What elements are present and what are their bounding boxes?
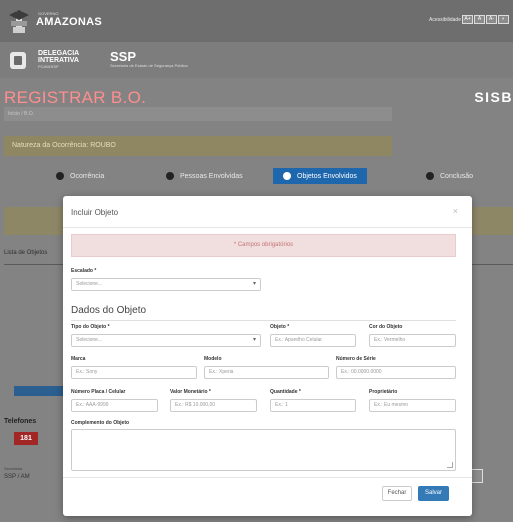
objeto-input[interactable]: Ex.: Aparelho Celular bbox=[270, 334, 356, 347]
quantidade-label: Quantidade * bbox=[270, 389, 301, 395]
font-increase-button[interactable]: A+ bbox=[462, 15, 473, 24]
section-title: Dados do Objeto bbox=[71, 305, 147, 316]
step-label: Pessoas Envolvidas bbox=[180, 172, 243, 180]
tipo-objeto-select[interactable]: Selecione... bbox=[71, 334, 261, 347]
page-title: REGISTRAR B.O. bbox=[4, 88, 147, 107]
delegacia-title-line2: INTERATIVA bbox=[38, 57, 79, 64]
cor-objeto-input[interactable]: Ex.: Vermelho bbox=[369, 334, 456, 347]
amazonas-flag-icon bbox=[9, 10, 29, 33]
step-label: Ocorrência bbox=[70, 172, 105, 180]
phones-label: Telefones bbox=[4, 418, 37, 425]
ssp-logo: SSP bbox=[110, 49, 137, 64]
required-fields-alert: * Campos obrigatórios bbox=[71, 234, 456, 257]
delegacia-title-line1: DELEGACIA bbox=[38, 50, 80, 57]
close-button[interactable]: Fechar bbox=[382, 486, 412, 501]
modal-header-divider bbox=[63, 227, 472, 228]
accessibility-label: Acessibilidade bbox=[429, 17, 461, 23]
marca-label: Marca bbox=[71, 356, 86, 362]
save-button[interactable]: Salvar bbox=[418, 486, 449, 501]
delegacia-logo-icon bbox=[10, 52, 26, 69]
add-object-button[interactable] bbox=[14, 386, 66, 396]
nature-alert-text: Natureza da Ocorrência: ROUBO bbox=[12, 142, 116, 149]
top-header: GOVERNO AMAZONAS Acessibilidade A+ A A- … bbox=[0, 0, 513, 42]
accessibility-controls: A+ A A- ◐ bbox=[462, 15, 509, 24]
state-name: AMAZONAS bbox=[36, 16, 102, 28]
breadcrumb bbox=[4, 107, 392, 121]
tipo-objeto-label: Tipo do Objeto * bbox=[71, 324, 110, 330]
section-divider bbox=[71, 320, 456, 321]
pagination-button[interactable] bbox=[471, 469, 483, 483]
breadcrumb-text[interactable]: Início / B.O. bbox=[8, 111, 34, 117]
step-objetos[interactable]: Objetos Envolvidos bbox=[273, 168, 367, 184]
valor-monetario-label: Valor Monetário * bbox=[170, 389, 211, 395]
step-label: Objetos Envolvidos bbox=[297, 172, 357, 180]
modal-title: Incluir Objeto bbox=[71, 208, 119, 217]
step-ocorrencia[interactable]: Ocorrência bbox=[56, 168, 104, 184]
step-dot-icon bbox=[56, 172, 64, 180]
contrast-button[interactable]: ◐ bbox=[498, 15, 509, 24]
close-icon[interactable]: × bbox=[453, 206, 458, 216]
escalado-label: Escalado * bbox=[71, 268, 97, 274]
ssp-subtitle: Secretaria de Estado de Segurança Públic… bbox=[110, 63, 188, 68]
complemento-label: Complemento do Objeto bbox=[71, 420, 130, 426]
step-dot-icon bbox=[283, 172, 291, 180]
placa-celular-label: Número Placa / Celular bbox=[71, 389, 126, 395]
step-pessoas[interactable]: Pessoas Envolvidas bbox=[166, 168, 243, 184]
step-conclusao[interactable]: Conclusão bbox=[426, 168, 473, 184]
add-object-modal: Incluir Objeto × * Campos obrigatórios E… bbox=[63, 196, 472, 516]
footer-small-label: Secretaria bbox=[4, 466, 23, 471]
modelo-input[interactable]: Ex.: Xperia bbox=[204, 366, 329, 379]
step-label: Conclusão bbox=[440, 172, 474, 180]
system-logo: SISB bbox=[474, 89, 513, 105]
cor-objeto-label: Cor do Objeto bbox=[369, 324, 403, 330]
footer-text: SSP / AM bbox=[4, 474, 30, 480]
marca-input[interactable]: Ex.: Sony bbox=[71, 366, 197, 379]
emergency-badge: 181 bbox=[14, 432, 38, 445]
objeto-label: Objeto * bbox=[270, 324, 290, 330]
proprietario-input[interactable]: Ex.: Eu mesmo bbox=[369, 399, 456, 412]
complemento-textarea[interactable] bbox=[71, 429, 456, 471]
numero-serie-label: Número de Série bbox=[336, 356, 376, 362]
modal-footer-divider bbox=[63, 477, 472, 478]
font-normal-button[interactable]: A bbox=[474, 15, 485, 24]
step-dot-icon bbox=[166, 172, 174, 180]
escalado-select[interactable]: Selecione... bbox=[71, 278, 261, 291]
modelo-label: Modelo bbox=[204, 356, 222, 362]
step-dot-icon bbox=[426, 172, 434, 180]
numero-serie-input[interactable]: Ex.: 00.0000.0000 bbox=[336, 366, 456, 379]
font-decrease-button[interactable]: A- bbox=[486, 15, 497, 24]
placa-celular-input[interactable]: Ex.: AAA-9999 bbox=[71, 399, 158, 412]
valor-monetario-input[interactable]: Ex.: R$ 10.000,00 bbox=[170, 399, 257, 412]
quantidade-input[interactable]: Ex.: 1 bbox=[270, 399, 356, 412]
objects-list-label: Lista de Objetos bbox=[4, 250, 48, 256]
proprietario-label: Proprietário bbox=[369, 389, 398, 395]
delegacia-subtitle: PCAM/SSP bbox=[38, 64, 59, 69]
